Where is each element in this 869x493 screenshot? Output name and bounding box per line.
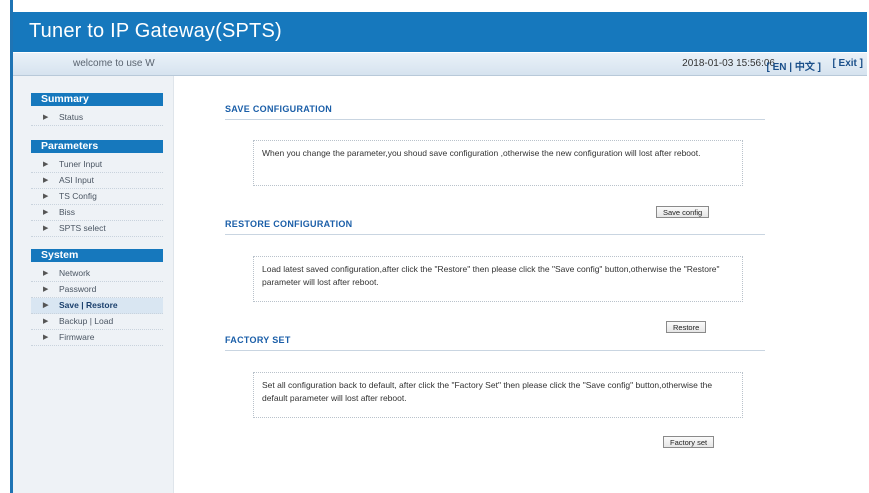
sidebar-item-label: Password <box>59 284 97 294</box>
restore-button[interactable]: Restore <box>666 321 707 333</box>
sidebar: Summary ▶ Status Parameters ▶ Tuner Input … <box>13 76 174 493</box>
triangle-right-icon: ▶ <box>43 161 49 168</box>
factory-set-note: Set all configuration back to default, a… <box>253 372 743 418</box>
sidebar-heading-summary: Summary <box>31 93 163 106</box>
sidebar-heading-system: System <box>31 249 163 262</box>
app-title: Tuner to IP Gateway(SPTS) <box>29 20 282 42</box>
sidebar-heading-parameters: Parameters <box>31 140 163 153</box>
section-divider <box>225 350 765 351</box>
header-banner: Tuner to IP Gateway(SPTS) <box>13 12 867 52</box>
sidebar-item-label: Save | Restore <box>59 300 118 310</box>
sidebar-item-label: TS Config <box>59 191 97 201</box>
section-title-save-configuration: SAVE CONFIGURATION <box>225 104 333 114</box>
save-config-button[interactable]: Save config <box>656 206 710 218</box>
sidebar-section-summary: Summary ▶ Status <box>31 93 163 126</box>
triangle-right-icon: ▶ <box>43 209 49 216</box>
section-divider <box>225 234 765 235</box>
save-configuration-note: When you change the parameter,you shoud … <box>253 140 743 186</box>
triangle-right-icon: ▶ <box>43 334 49 341</box>
sidebar-item-label: Backup | Load <box>59 316 114 326</box>
sidebar-item-label: Tuner Input <box>59 159 103 169</box>
triangle-right-icon: ▶ <box>43 270 49 277</box>
triangle-right-icon: ▶ <box>43 114 49 121</box>
section-title-restore-configuration: RESTORE CONFIGURATION <box>225 219 353 229</box>
datetime-display: 2018-01-03 15:56:06 <box>682 58 775 69</box>
sidebar-item-label: Network <box>59 268 91 278</box>
triangle-right-icon: ▶ <box>43 318 49 325</box>
sidebar-item-status[interactable]: ▶ Status <box>31 110 163 126</box>
sidebar-section-parameters: Parameters ▶ Tuner Input ▶ ASI Input ▶ TS C… <box>31 140 163 237</box>
triangle-right-icon: ▶ <box>43 225 49 232</box>
section-divider <box>225 119 765 120</box>
sidebar-item-firmware[interactable]: ▶ Firmware <box>31 330 163 346</box>
language-switch[interactable]: [ EN | 中文 ] <box>767 58 821 73</box>
sidebar-item-ts-config[interactable]: ▶ TS Config <box>31 189 163 205</box>
app-frame: Tuner to IP Gateway(SPTS) welcome to use… <box>10 0 867 493</box>
exit-link[interactable]: [ Exit ] <box>832 58 863 69</box>
triangle-right-icon: ▶ <box>43 193 49 200</box>
sidebar-item-password[interactable]: ▶ Password <box>31 282 163 298</box>
sidebar-item-tuner-input[interactable]: ▶ Tuner Input <box>31 157 163 173</box>
triangle-right-icon: ▶ <box>43 286 49 293</box>
welcome-text: welcome to use W <box>73 58 155 69</box>
sidebar-item-asi-input[interactable]: ▶ ASI Input <box>31 173 163 189</box>
status-bar: welcome to use W 2018-01-03 15:56:06 [ E… <box>13 53 867 76</box>
sidebar-item-network[interactable]: ▶ Network <box>31 266 163 282</box>
sidebar-item-label: SPTS select <box>59 223 106 233</box>
section-title-factory-set: FACTORY SET <box>225 335 291 345</box>
sidebar-item-label: Firmware <box>59 332 95 342</box>
sidebar-item-spts-select[interactable]: ▶ SPTS select <box>31 221 163 237</box>
main-content: SAVE CONFIGURATION When you change the p… <box>173 76 867 493</box>
sidebar-item-label: Status <box>59 112 84 122</box>
sidebar-item-label: Biss <box>59 207 76 217</box>
sidebar-item-backup-load[interactable]: ▶ Backup | Load <box>31 314 163 330</box>
factory-set-button[interactable]: Factory set <box>663 436 715 448</box>
triangle-right-icon: ▶ <box>43 177 49 184</box>
sidebar-item-biss[interactable]: ▶ Biss <box>31 205 163 221</box>
restore-configuration-note: Load latest saved configuration,after cl… <box>253 256 743 302</box>
sidebar-item-save-restore[interactable]: ▶ Save | Restore <box>31 298 163 314</box>
triangle-right-icon: ▶ <box>43 302 49 309</box>
sidebar-section-system: System ▶ Network ▶ Password ▶ Save | Restor… <box>31 249 163 346</box>
sidebar-item-label: ASI Input <box>59 175 94 185</box>
